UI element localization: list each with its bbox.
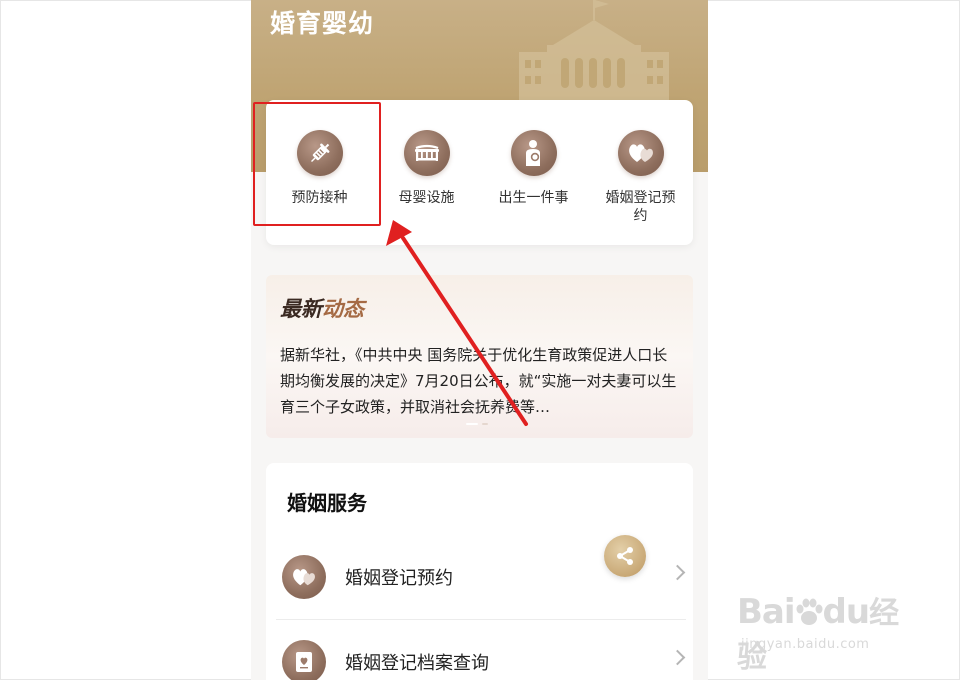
crib-icon bbox=[403, 130, 450, 176]
chevron-right-icon bbox=[669, 649, 686, 666]
quick-item-label: 婚姻登记预约 bbox=[605, 190, 676, 224]
double-heart-icon bbox=[617, 130, 664, 176]
quick-item-birth-service[interactable]: 出生一件事 bbox=[480, 130, 587, 207]
news-text: 据新华社，《中共中央 国务院关于优化生育政策促进人口长期均衡发展的决定》7月20… bbox=[280, 346, 677, 416]
carousel-pager[interactable] bbox=[466, 423, 488, 425]
share-button[interactable] bbox=[604, 535, 646, 577]
quick-item-marriage-appointment[interactable]: 婚姻登记预约 bbox=[587, 130, 694, 225]
mother-baby-icon bbox=[510, 130, 557, 176]
news-title: 最新动态 bbox=[280, 293, 364, 323]
certificate-book-icon bbox=[282, 640, 326, 680]
double-heart-icon bbox=[282, 555, 326, 599]
news-banner[interactable]: 最新动态 据新华社，《中共中央 国务院关于优化生育政策促进人口长期均衡发展的决定… bbox=[266, 275, 693, 438]
pager-dot-active[interactable] bbox=[466, 423, 478, 425]
chevron-right-icon bbox=[669, 564, 686, 581]
building-illustration bbox=[519, 0, 669, 110]
quick-item-label: 出生一件事 bbox=[498, 190, 569, 206]
service-item-label: 婚姻登记档案查询 bbox=[345, 653, 489, 674]
watermark-url: jingyan.baidu.com bbox=[741, 637, 870, 652]
service-item-marriage-records[interactable]: 婚姻登记档案查询 bbox=[266, 620, 693, 680]
watermark-brand: Bai du经验 bbox=[737, 592, 899, 675]
service-item-label: 婚姻登记预约 bbox=[345, 568, 453, 589]
quick-item-maternal-facilities[interactable]: 母婴设施 bbox=[373, 130, 480, 207]
pager-dot[interactable] bbox=[482, 423, 488, 425]
share-icon bbox=[617, 547, 633, 565]
section-title: 婚姻服务 bbox=[287, 491, 367, 515]
page-title: 婚育婴幼 bbox=[270, 9, 375, 38]
news-title-part1: 最新 bbox=[280, 297, 322, 321]
paw-icon bbox=[796, 598, 823, 625]
baidu-jingyan-watermark: Bai du经验 jingyan.baidu.com bbox=[737, 588, 927, 675]
quick-item-label: 母婴设施 bbox=[398, 190, 455, 206]
annotation-highlight-box bbox=[253, 102, 381, 226]
news-title-part2: 动态 bbox=[322, 297, 364, 321]
